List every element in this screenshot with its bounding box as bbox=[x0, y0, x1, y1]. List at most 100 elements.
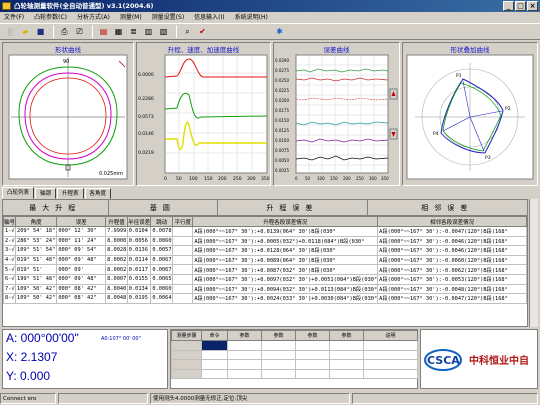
cell: 0.0104 bbox=[126, 226, 152, 237]
print-icon[interactable]: ⎙ bbox=[58, 25, 71, 38]
col-header-radius-error[interactable]: 半径误差 bbox=[126, 216, 152, 227]
error-plot-area bbox=[295, 54, 389, 174]
status-probe-info: 使用测头4.0000测量无修正,定位:顶尖 bbox=[150, 393, 350, 404]
menu-measure-settings[interactable]: 测量设置(S) bbox=[152, 12, 185, 23]
cell: 000° 12' 30" bbox=[56, 226, 107, 237]
steps-row[interactable] bbox=[171, 359, 418, 370]
steps-row[interactable] bbox=[171, 340, 418, 351]
kinematics-plot-area bbox=[164, 54, 268, 174]
menu-measure[interactable]: 测量(M) bbox=[120, 12, 142, 23]
title-bar: 凸轮轴测量软件(全自动普通型) v3.1(2004.6) _ □ × bbox=[0, 0, 540, 12]
menu-help[interactable]: 系统说明(H) bbox=[235, 12, 268, 23]
menu-info-input[interactable]: 信息输入(I) bbox=[194, 12, 224, 23]
profile-plot: 90 0.025mm bbox=[8, 54, 128, 180]
table-row[interactable]: 7-√ 109° 50' 42" 000° 08' 42" 8.0040 0.0134 0… bbox=[3, 283, 527, 295]
grid-icon[interactable]: ▥ bbox=[142, 25, 155, 38]
menu-cam-params[interactable]: 凸轮参数(C) bbox=[34, 12, 67, 23]
toolbar: ▯ ▰ ■ ⎙ ⎚ ▤ ▦ ≣ ▥ ▧ ⌕ ✔ ✱ bbox=[0, 23, 540, 40]
col-header-command[interactable]: 命令 bbox=[201, 330, 228, 341]
table-scrollbar[interactable] bbox=[529, 199, 538, 327]
maximize-button[interactable]: □ bbox=[515, 1, 526, 11]
cell: 0.0056 bbox=[126, 235, 152, 247]
table-row[interactable]: 8-√ 109° 50' 42" 000° 08' 42" 8.0048 0.0195 0… bbox=[3, 293, 527, 304]
col-header-param-4[interactable]: 参数 bbox=[329, 330, 364, 341]
tab-journal[interactable]: 轴颈 bbox=[35, 188, 57, 199]
y-tick-4: 0.0219 bbox=[138, 150, 154, 156]
tab-lift-table[interactable]: 升程表 bbox=[57, 188, 84, 199]
cell: 000° 08' 42" bbox=[56, 293, 107, 304]
table-row[interactable]: 1-√ 209° 54' 18" 000° 12' 30" 7.9999 0.0104 0… bbox=[3, 226, 527, 237]
cell: 0.0057 bbox=[150, 245, 174, 256]
col-header-param-2[interactable]: 参数 bbox=[261, 330, 296, 341]
cell bbox=[172, 273, 194, 285]
err-y-tick-6: 0.0150 bbox=[275, 118, 289, 123]
magnify-icon[interactable]: ⌕ bbox=[181, 25, 194, 38]
new-icon[interactable]: ▯ bbox=[4, 25, 17, 38]
err-x-tick-2: 100 bbox=[317, 176, 325, 181]
cell: 3-√ bbox=[3, 245, 17, 256]
menu-bar: 文件(F) 凸轮参数(C) 分析方式(A) 测量(M) 测量设置(S) 信息输入… bbox=[0, 12, 540, 23]
cell: 0.0065 bbox=[150, 273, 174, 285]
table-row[interactable]: 6-√ 199° 51' 48" 000° 09' 48" 8.0007 0.0155 0… bbox=[3, 273, 527, 285]
col-header-param-1[interactable]: 参数 bbox=[227, 330, 262, 341]
cell: 7.9999 bbox=[105, 226, 128, 237]
cell bbox=[172, 226, 194, 237]
report-icon[interactable]: ▧ bbox=[157, 25, 170, 38]
logo-text: CSCA bbox=[427, 354, 460, 367]
cell: 8.0002 bbox=[105, 254, 128, 266]
steps-row[interactable] bbox=[171, 349, 418, 361]
table-row[interactable]: 4-√ 019° 51' 48" 000° 09' 48" 8.0002 0.0114 0… bbox=[3, 254, 527, 266]
close-button[interactable]: × bbox=[527, 1, 538, 11]
x-readout: X: 2.1307 bbox=[6, 350, 58, 364]
cell: 019° 51' 48" bbox=[15, 254, 58, 266]
col-header-lift[interactable]: 升程值 bbox=[105, 216, 128, 227]
minimize-button[interactable]: _ bbox=[503, 1, 514, 11]
x-tick-6: 300 bbox=[247, 176, 256, 182]
cell: A段(000°~~167° 30'):-0.0062(120°)B段(168° bbox=[377, 264, 527, 275]
save-icon[interactable]: ■ bbox=[34, 25, 47, 38]
col-header-description[interactable]: 说明 bbox=[363, 330, 418, 341]
chart-icon[interactable]: ▤ bbox=[97, 25, 110, 38]
menu-file[interactable]: 文件(F) bbox=[4, 12, 24, 23]
cell: A段(000°~~167° 30'):-0.0047(120°)B段(168° bbox=[377, 226, 527, 237]
col-header-runout[interactable]: 跳动 bbox=[150, 216, 174, 227]
col-header-shaft[interactable]: 轴号 bbox=[3, 216, 17, 227]
col-header-param-3[interactable]: 参数 bbox=[295, 330, 330, 341]
cell: A段(000°~~167° 30'):-0.0047(120°)B段(168° bbox=[377, 293, 527, 304]
table-row[interactable]: 5-√ 019° 51' 000° 09' 8.0002 0.0117 0.0067 A段(… bbox=[3, 264, 527, 275]
app-icon bbox=[2, 2, 11, 10]
list-icon[interactable]: ≣ bbox=[127, 25, 140, 38]
company-logo: CSCA 中科恒业中自 bbox=[420, 329, 538, 389]
menu-analysis[interactable]: 分析方式(A) bbox=[77, 12, 110, 23]
status-panel-2 bbox=[58, 393, 148, 404]
measure-icon[interactable]: ✱ bbox=[273, 25, 286, 38]
table-header-row: 轴号 角度 误差 升程值 半径误差 跳动 平行度 升程各段误差情况 相邻各段误差… bbox=[3, 216, 527, 227]
angle-offset-readout: A0:107° 00' 00" bbox=[101, 336, 141, 342]
tab-cam-list[interactable]: 凸轮列表 bbox=[2, 187, 35, 199]
err-y-tick-3: 0.0225 bbox=[275, 88, 289, 93]
col-header-step[interactable]: 测量步骤 bbox=[171, 330, 202, 341]
col-header-error[interactable]: 误差 bbox=[56, 216, 107, 227]
check-icon[interactable]: ✔ bbox=[196, 25, 209, 38]
tab-each-angle[interactable]: 各角度 bbox=[84, 188, 112, 199]
cell: 000° 08' 42" bbox=[56, 283, 107, 295]
steps-row[interactable] bbox=[171, 368, 418, 380]
cell: 109° 50' 42" bbox=[15, 293, 58, 304]
open-icon[interactable]: ▰ bbox=[19, 25, 32, 38]
print-preview-icon[interactable]: ⎚ bbox=[73, 25, 86, 38]
table-icon[interactable]: ▦ bbox=[112, 25, 125, 38]
col-header-lift-segments[interactable]: 升程各段误差情况 bbox=[192, 216, 379, 227]
cell: 0.0060 bbox=[150, 283, 174, 295]
col-header-angle[interactable]: 角度 bbox=[15, 216, 58, 227]
col-header-parallelism[interactable]: 平行度 bbox=[172, 216, 194, 227]
table-row[interactable]: 3-√ 109° 51' 54" 000° 09' 54" 8.0028 0.0136 0… bbox=[3, 245, 527, 256]
cell: 199° 51' 48" bbox=[15, 273, 58, 285]
profile-top-label: 90 bbox=[63, 59, 69, 65]
cell: 8.0000 bbox=[105, 235, 128, 247]
cell: 019° 51' bbox=[15, 264, 58, 275]
kinematics-plot: 6.0000 0.2280 0.0573 0.0146 0.0219 0 50 … bbox=[138, 54, 270, 182]
cell: A段(000°~~167° 30'):-0.0060(120°)B段(168° bbox=[377, 254, 527, 266]
table-row[interactable]: 2-√ 286° 53' 24" 000° 11' 24" 8.0000 0.0056 0… bbox=[3, 235, 527, 247]
cell: A段(000°~~167° 30'):-0.0048(120°)B段(168° bbox=[377, 283, 527, 295]
col-header-adjacent-segments[interactable]: 相邻各段误差情况 bbox=[377, 216, 527, 227]
